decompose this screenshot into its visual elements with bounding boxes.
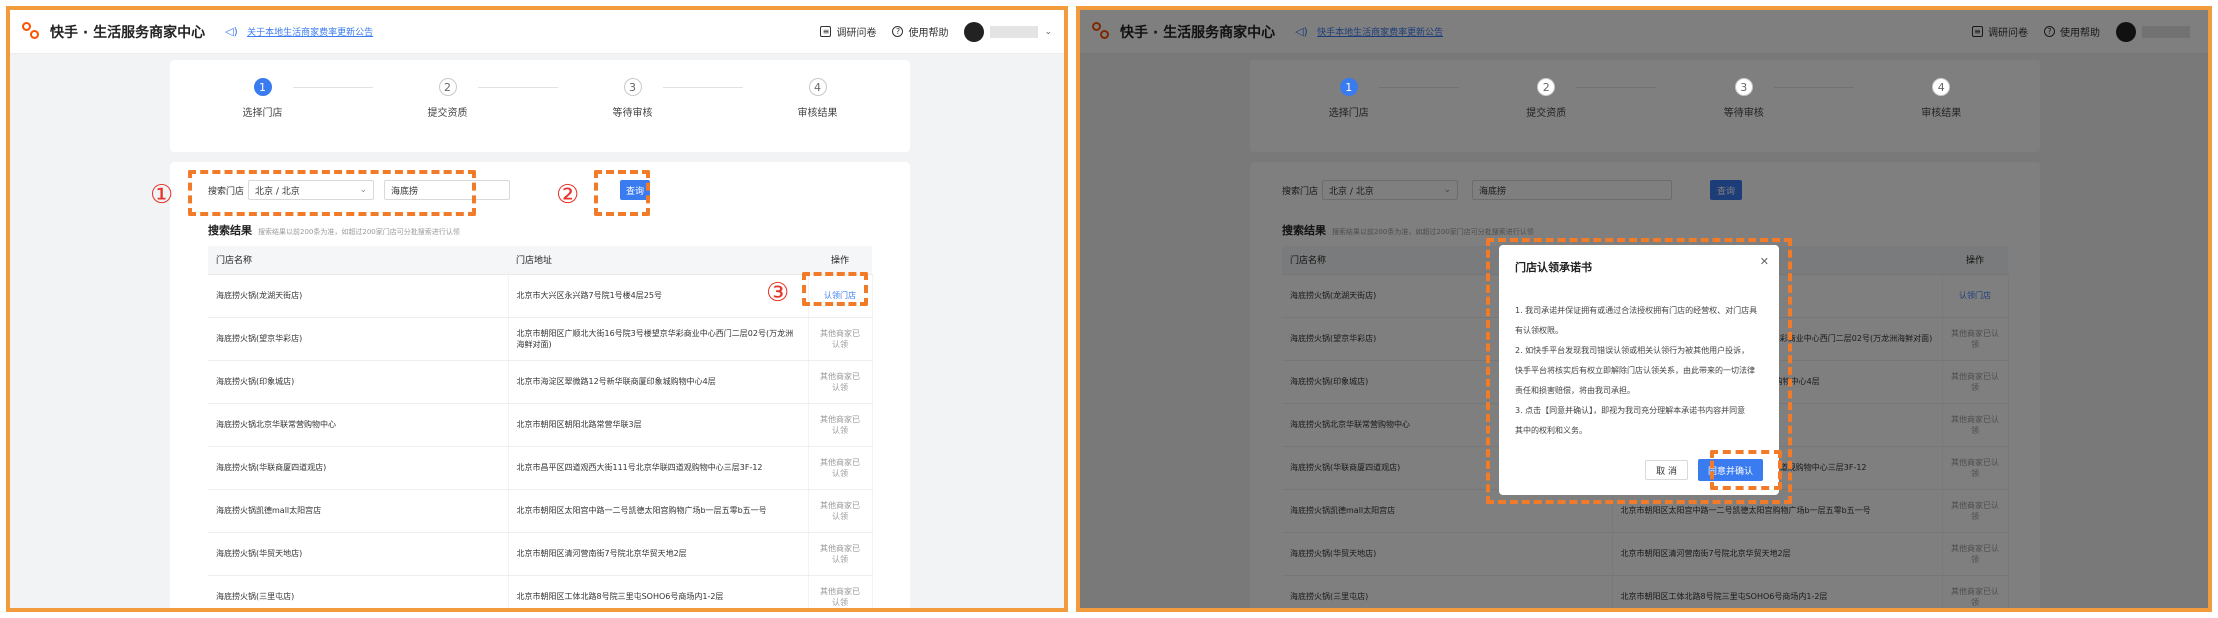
store-name: 海底捞火锅(龙湖天街店): [208, 274, 509, 318]
table-row: 海底捞火锅(华贸天地店)北京市朝阳区清河营南街7号院北京华贸天地2层其他商家已认…: [208, 532, 873, 576]
claimed-by-other-status: 其他商家已认领: [808, 317, 873, 361]
step-label: 提交资质: [427, 108, 468, 119]
top-nav: 快手 · 生活服务商家中心 ◁) 关于本地生活商家费率更新公告 ≡ 调研问卷 ?…: [10, 10, 1064, 54]
step-review-result: 4 审核结果: [748, 78, 888, 119]
claimed-by-other-status: 其他商家已认领: [808, 532, 873, 576]
annotation-box-confirm-button: [1710, 450, 1782, 490]
results-title: 搜索结果搜索结果以前200条为准，如超过200家门店可分批搜索进行认领: [208, 222, 460, 238]
kuaishou-logo-icon: [22, 21, 42, 42]
store-name: 海底捞火锅(华联商厦四道观店): [208, 446, 509, 490]
column-header-store-name: 门店名称: [208, 246, 508, 275]
survey-link[interactable]: ≡ 调研问卷: [820, 24, 876, 39]
help-label: 使用帮助: [908, 28, 949, 39]
annotation-box-search-fields: [188, 170, 476, 216]
annotation-marker-2: ②: [556, 180, 580, 210]
store-address: 北京市朝阳区太阳宫中路一二号凯德太阳宫购物广场b一层五零b五一号: [508, 489, 809, 533]
annotation-box-claim-link: [802, 272, 868, 306]
chevron-down-icon[interactable]: ⌄: [1044, 27, 1052, 37]
steps-card: 1 选择门店 2 提交资质 3 等待审核 4 审核结果: [170, 60, 910, 152]
notice-banner[interactable]: ◁) 关于本地生活商家费率更新公告: [225, 25, 373, 38]
account-name-blurred: [990, 25, 1039, 38]
step-number: 1: [1339, 78, 1358, 96]
right-screenshot-panel: 快手 · 生活服务商家中心 ◁) 快手本地生活商家费率更新公告 ≡ 调研问卷 ?…: [1076, 6, 2212, 612]
search-card: 搜索门店 北京 / 北京 ⌄ 海底捞 查询 搜索结果搜索结果以前200条为准，如…: [170, 162, 910, 608]
store-address: 北京市朝阳区清河营南街7号院北京华贸天地2层: [508, 532, 809, 576]
store-name: 海底捞火锅(印象城店): [208, 360, 509, 404]
claimed-by-other-status: 其他商家已认领: [808, 575, 873, 608]
store-address: 北京市朝阳区朝阳北路常营华联3层: [508, 403, 809, 447]
column-header-address: 门店地址: [508, 246, 808, 275]
table-row: 海底捞火锅(三里屯店)北京市朝阳区工体北路8号院三里屯SOHO6号商场内1-2层…: [208, 575, 873, 608]
step-number: 1: [253, 78, 272, 96]
step-wait-review: 3 等待审核: [563, 78, 743, 119]
store-name: 海底捞火锅北京华联常营购物中心: [208, 403, 509, 447]
table-row: 海底捞火锅北京华联常营购物中心北京市朝阳区朝阳北路常营华联3层其他商家已认领: [208, 403, 873, 447]
step-label: 等待审核: [612, 108, 653, 119]
store-name: 海底捞火锅(华贸天地店): [208, 532, 509, 576]
left-screenshot-panel: 快手 · 生活服务商家中心 ◁) 关于本地生活商家费率更新公告 ≡ 调研问卷 ?…: [6, 6, 1068, 612]
step-submit-qualification: 2 提交资质: [378, 78, 558, 119]
step-number: 4: [808, 78, 827, 96]
table-row: 海底捞火锅(望京华彩店)北京市朝阳区广顺北大街16号院3号楼望京华彩商业中心西门…: [208, 317, 873, 361]
brand-title: 快手 · 生活服务商家中心: [50, 24, 206, 41]
store-name: 海底捞火锅(三里屯店): [208, 575, 509, 608]
store-name: 海底捞火锅凯德mall太阳宫店: [208, 489, 509, 533]
store-address: 北京市朝阳区广顺北大街16号院3号楼望京华彩商业中心西门二层02号(万龙洲海鲜对…: [508, 317, 809, 361]
step-label: 选择门店: [242, 108, 283, 119]
claimed-by-other-status: 其他商家已认领: [808, 403, 873, 447]
notice-text[interactable]: 关于本地生活商家费率更新公告: [247, 25, 373, 38]
step-connector: [477, 87, 558, 88]
store-address: 北京市昌平区四道观西大街111号北京华联四道观购物中心三层3F-12: [508, 446, 809, 490]
step-number: 3: [1734, 78, 1753, 96]
help-icon: ?: [892, 26, 904, 37]
help-link[interactable]: ? 使用帮助: [892, 24, 948, 39]
table-header-row: 门店名称 门店地址 操作: [208, 246, 872, 275]
store-name: 海底捞火锅(望京华彩店): [208, 317, 509, 361]
claimed-by-other-status: 其他商家已认领: [808, 446, 873, 490]
annotation-marker-1: ①: [150, 180, 174, 210]
step-connector: [292, 87, 373, 88]
step-number: 2: [438, 78, 457, 96]
results-title-text: 搜索结果: [208, 224, 252, 237]
avatar[interactable]: [964, 21, 985, 42]
survey-label: 调研问卷: [836, 28, 877, 39]
survey-icon: ≡: [820, 26, 832, 37]
results-hint: 搜索结果以前200条为准，如超过200家门店可分批搜索进行认领: [258, 228, 460, 236]
speaker-icon: ◁): [225, 24, 238, 38]
table-row: 海底捞火锅(华联商厦四道观店)北京市昌平区四道观西大街111号北京华联四道观购物…: [208, 446, 873, 490]
column-header-action: 操作: [808, 246, 872, 275]
store-address: 北京市海淀区翠微路12号新华联商厦印象城购物中心4层: [508, 360, 809, 404]
store-address: 北京市朝阳区工体北路8号院三里屯SOHO6号商场内1-2层: [508, 575, 809, 608]
step-select-store: 1 选择门店: [193, 78, 373, 119]
claimed-by-other-status: 其他商家已认领: [808, 360, 873, 404]
step-label: 审核结果: [797, 108, 838, 119]
annotation-marker-3: ③: [766, 278, 790, 308]
annotation-box-query-button: [594, 170, 650, 216]
store-address: 北京市大兴区永兴路7号院1号楼4层25号: [508, 274, 809, 318]
step-number: 3: [623, 78, 642, 96]
claimed-by-other-status: 其他商家已认领: [808, 489, 873, 533]
table-row: 海底捞火锅凯德mall太阳宫店北京市朝阳区太阳宫中路一二号凯德太阳宫购物广场b一…: [208, 489, 873, 533]
step-connector: [662, 87, 743, 88]
table-row: 海底捞火锅(印象城店)北京市海淀区翠微路12号新华联商厦印象城购物中心4层其他商…: [208, 360, 873, 404]
